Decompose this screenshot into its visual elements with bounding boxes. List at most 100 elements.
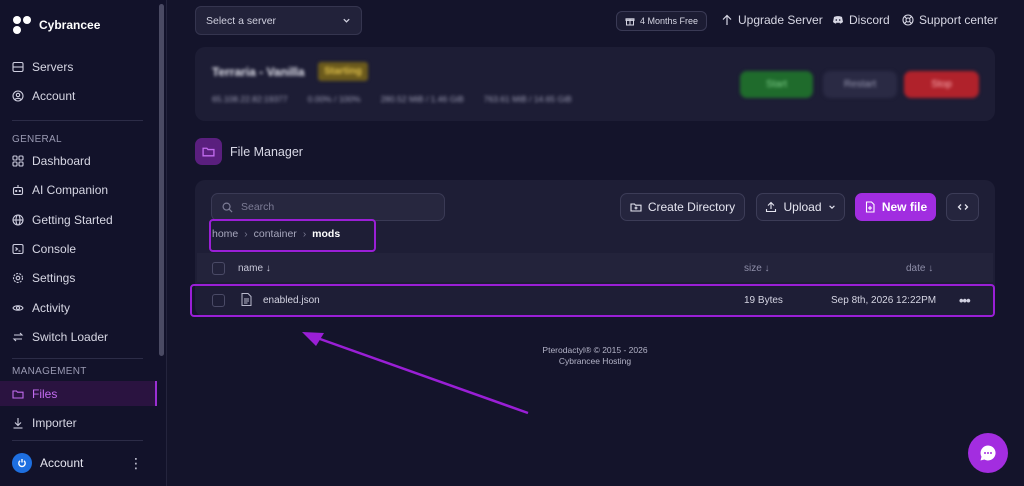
discord-icon: [833, 16, 843, 24]
server-icon: [12, 61, 24, 73]
kebab-menu-icon[interactable]: ⋮: [129, 455, 143, 472]
search-input[interactable]: Search: [211, 193, 445, 221]
promo-label: 4 Months Free: [640, 16, 699, 26]
chat-support-button[interactable]: [968, 433, 1008, 473]
sidebar-item-label: Importer: [32, 416, 77, 430]
upgrade-label: Upgrade Server: [738, 13, 823, 27]
chat-bubble-icon: [980, 445, 996, 461]
sidebar-item-label: Switch Loader: [32, 330, 109, 344]
chevron-down-icon: [343, 18, 350, 23]
download-icon: [13, 418, 23, 429]
account-label: Account: [40, 456, 84, 470]
server-address: 65.108.22.82:19377: [212, 94, 288, 104]
select-all-checkbox[interactable]: [212, 262, 225, 275]
code-icon: [957, 204, 968, 210]
user-circle-icon: [12, 90, 24, 102]
terminal-icon: [12, 243, 24, 255]
start-button[interactable]: Start: [740, 71, 813, 98]
cpu-usage: 0.00% / 100%: [307, 94, 361, 104]
promo-badge[interactable]: 4 Months Free: [616, 11, 708, 31]
annotation-arrow-icon: [302, 332, 529, 415]
support-center-link[interactable]: Support center: [902, 13, 998, 27]
discord-link[interactable]: Discord: [832, 13, 890, 27]
file-row-highlight: [190, 284, 995, 317]
sidebar-item-getting-started[interactable]: Getting Started: [12, 209, 157, 231]
create-directory-label: Create Directory: [647, 200, 736, 214]
file-table-header: [197, 253, 993, 282]
restart-button[interactable]: Restart: [823, 71, 897, 98]
sidebar-item-files[interactable]: Files: [0, 381, 157, 406]
server-name: Terraria - Vanilla: [212, 65, 305, 79]
gift-icon: [625, 18, 635, 26]
sidebar-item-activity[interactable]: Activity: [12, 297, 157, 319]
folder-icon: [202, 147, 215, 157]
sidebar: Cybrancee Servers Account GENERAL Dashbo…: [0, 0, 167, 486]
sidebar-item-label: Files: [32, 386, 58, 401]
sidebar-item-switch-loader[interactable]: Switch Loader: [12, 326, 157, 348]
sidebar-divider: [12, 358, 143, 359]
discord-label: Discord: [849, 13, 890, 27]
arrow-up-icon: [722, 14, 732, 25]
sidebar-item-label: Account: [32, 89, 76, 103]
sidebar-item-ai-companion[interactable]: AI Companion: [12, 179, 157, 201]
section-label-general: GENERAL: [12, 134, 62, 145]
bot-icon: [12, 185, 24, 196]
sidebar-item-console[interactable]: Console: [12, 238, 157, 260]
section-label-management: MANAGEMENT: [12, 366, 87, 377]
globe-icon: [12, 214, 24, 226]
folder-icon: [12, 389, 24, 399]
search-placeholder: Search: [241, 201, 275, 213]
folder-plus-icon: [630, 203, 642, 212]
avatar: [12, 453, 32, 473]
breadcrumb-highlight: [209, 219, 376, 252]
search-icon: [222, 202, 233, 213]
new-file-label: New file: [881, 200, 928, 214]
account-menu[interactable]: Account ⋮: [12, 453, 143, 473]
sidebar-item-importer[interactable]: Importer: [12, 412, 157, 434]
code-view-button[interactable]: [946, 193, 979, 221]
file-manager-icon: [195, 138, 222, 165]
chevron-down-icon: [828, 205, 835, 209]
brand-logo-icon: [12, 15, 32, 35]
brand-name: Cybrancee: [39, 18, 101, 32]
upload-button[interactable]: Upload: [756, 193, 845, 221]
column-header-date[interactable]: date ↓: [906, 263, 933, 274]
server-stats: 65.108.22.82:19377 0.00% / 100% 280.52 M…: [212, 94, 572, 104]
sidebar-item-label: Console: [32, 242, 77, 256]
page-title: File Manager: [230, 145, 303, 159]
create-directory-button[interactable]: Create Directory: [620, 193, 745, 221]
column-header-name[interactable]: name ↓: [238, 263, 271, 274]
memory-usage: 280.52 MiB / 1.46 GiB: [380, 94, 464, 104]
new-file-button[interactable]: New file: [855, 193, 936, 221]
sidebar-item-label: Getting Started: [32, 213, 113, 227]
sidebar-item-label: Dashboard: [32, 154, 91, 168]
sidebar-item-account[interactable]: Account: [12, 85, 157, 107]
support-label: Support center: [919, 13, 998, 27]
disk-usage: 763.61 MiB / 14.65 GiB: [483, 94, 572, 104]
sidebar-divider: [12, 440, 143, 441]
grid-icon: [12, 155, 24, 167]
brand[interactable]: Cybrancee: [12, 15, 100, 35]
status-badge: Starting: [318, 62, 368, 81]
sidebar-item-label: Servers: [32, 60, 74, 74]
gear-icon: [12, 272, 24, 284]
sidebar-item-servers[interactable]: Servers: [12, 56, 157, 78]
sidebar-divider: [12, 120, 143, 121]
server-status-card: Terraria - Vanilla Starting 65.108.22.82…: [195, 47, 995, 121]
upload-label: Upload: [783, 200, 822, 214]
column-header-size[interactable]: size ↓: [744, 263, 770, 274]
eye-icon: [12, 305, 24, 311]
server-select-placeholder: Select a server: [206, 14, 277, 27]
server-select[interactable]: Select a server: [195, 6, 362, 35]
lifebuoy-icon: [902, 14, 914, 26]
sidebar-item-label: Settings: [32, 271, 76, 285]
stop-button[interactable]: Stop: [904, 71, 979, 98]
sidebar-item-dashboard[interactable]: Dashboard: [12, 150, 157, 172]
upgrade-server-link[interactable]: Upgrade Server: [721, 13, 823, 27]
file-plus-icon: [865, 201, 875, 213]
sidebar-scrollbar[interactable]: [159, 4, 164, 356]
power-icon: [18, 459, 26, 468]
upload-icon: [766, 201, 777, 213]
sidebar-item-label: AI Companion: [32, 183, 109, 197]
sidebar-item-settings[interactable]: Settings: [12, 267, 157, 289]
